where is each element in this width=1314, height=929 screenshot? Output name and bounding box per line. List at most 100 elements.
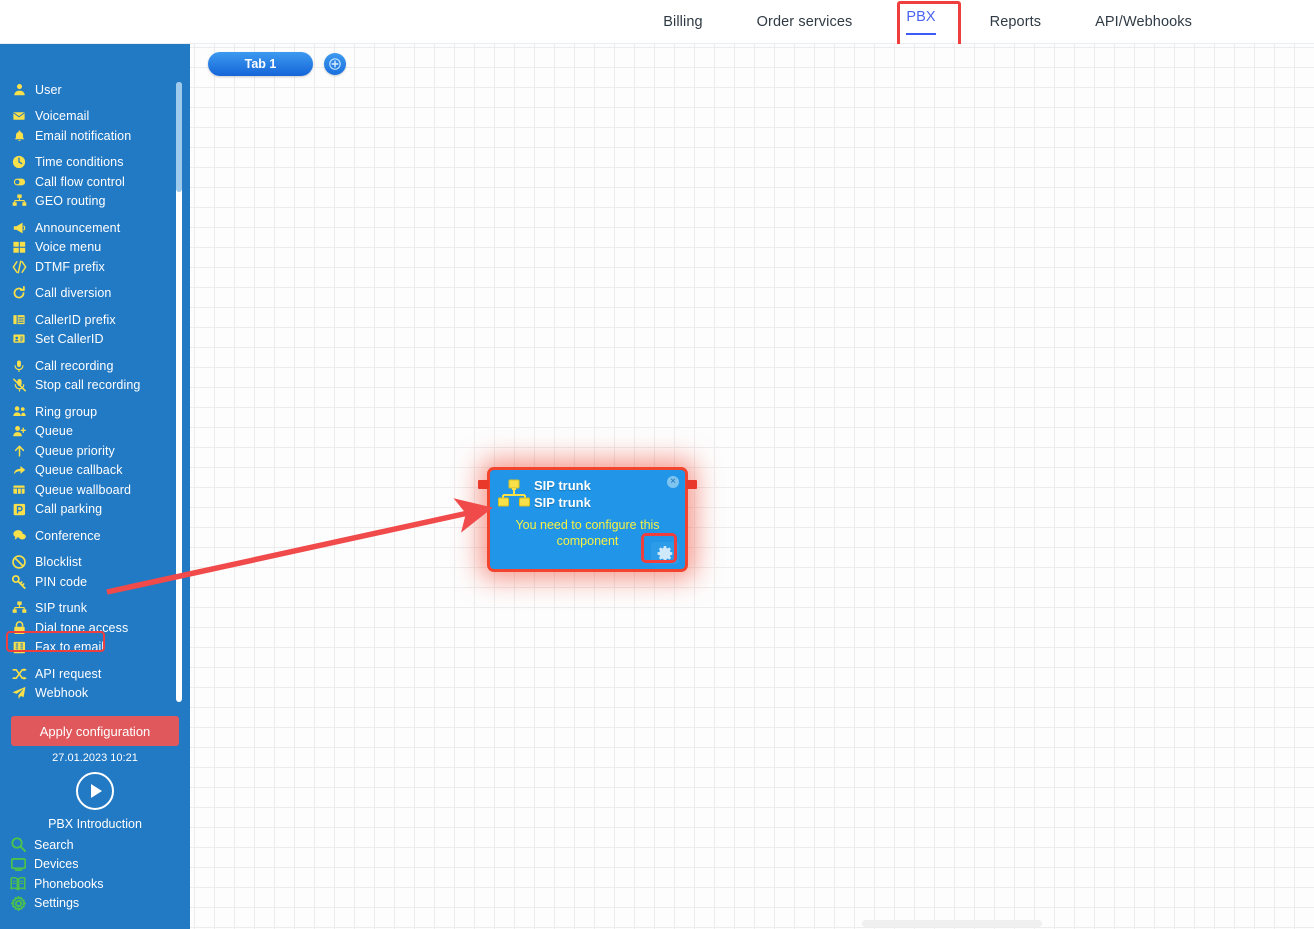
sidebar-item-queue-priority[interactable]: Queue priority [0, 441, 190, 461]
sidebar-item-time-conditions[interactable]: Time conditions [0, 153, 190, 173]
sidebar-item-label: Call flow control [35, 174, 125, 189]
apply-configuration-button[interactable]: Apply configuration [11, 716, 179, 746]
sidebar-footer: Apply configuration 27.01.2023 10:21 PBX… [0, 702, 190, 929]
sidebar-item-stop-call-recording[interactable]: Stop call recording [0, 376, 190, 396]
close-icon[interactable]: × [667, 476, 679, 488]
share-icon [10, 462, 28, 478]
sidebar-item-api-request[interactable]: API request [0, 664, 190, 684]
sidebar-item-user[interactable]: User [0, 80, 190, 100]
microphone-slash-icon [10, 377, 28, 393]
sip-trunk-node[interactable]: × SIP trunk SIP trunk You need to config… [478, 470, 697, 569]
sidebar-item-call-flow-control[interactable]: Call flow control [0, 172, 190, 192]
play-button[interactable] [76, 772, 114, 810]
sidebar-item-geo-routing[interactable]: GEO routing [0, 192, 190, 212]
shuffle-icon [10, 666, 28, 682]
sidebar-component-list: User Voicemail Email notification Time cond… [0, 44, 190, 702]
sidebar-item-ring-group[interactable]: Ring group [0, 402, 190, 422]
sidebar-item-conference[interactable]: Conference [0, 526, 190, 546]
idcard-icon [10, 331, 28, 347]
sidebar-group-divider [0, 592, 190, 599]
sidebar-item-label: Dial tone access [35, 620, 129, 635]
gear-icon [657, 545, 672, 561]
grid-icon [10, 239, 28, 255]
sidebar-item-label: Blocklist [35, 555, 82, 570]
code-icon [10, 259, 28, 275]
sidebar-item-dial-tone-access[interactable]: Dial tone access [0, 618, 190, 638]
sidebar-item-announcement[interactable]: Announcement [0, 218, 190, 238]
sidebar-item-label: Set CallerID [35, 332, 104, 347]
lock-icon [10, 620, 28, 636]
node-configure-button[interactable] [641, 533, 679, 564]
nav-item-pbx[interactable]: PBX [906, 8, 936, 35]
sidebar-item-fax-to-email[interactable]: Fax to email [0, 638, 190, 658]
fax-icon [10, 639, 28, 655]
sidebar-item-dtmf-prefix[interactable]: DTMF prefix [0, 257, 190, 277]
sidebar-item-label: SIP trunk [35, 601, 88, 616]
sitemap-icon [10, 193, 28, 209]
node-title-block: SIP trunk SIP trunk [534, 477, 591, 511]
bell-icon [10, 128, 28, 144]
sidebar-item-voice-menu[interactable]: Voice menu [0, 238, 190, 258]
gear-icon [8, 895, 28, 912]
sidebar-item-label: Queue priority [35, 443, 115, 458]
canvas-tab-row: Tab 1 [208, 52, 346, 76]
sidebar-group-divider [0, 277, 190, 284]
sidebar-item-callerid-prefix[interactable]: CallerID prefix [0, 310, 190, 330]
nav-label: PBX [906, 8, 936, 25]
sidebar-item-label: CallerID prefix [35, 312, 116, 327]
nav-item-billing[interactable]: Billing [663, 14, 702, 30]
nav-item-order-services[interactable]: Order services [757, 14, 853, 30]
canvas-horizontal-scrollbar[interactable] [862, 920, 1042, 927]
sidebar-item-call-parking[interactable]: Call parking [0, 500, 190, 520]
sidebar-item-webhook[interactable]: Webhook [0, 684, 190, 703]
sidebar-footer-item-label: Search [34, 837, 74, 852]
sidebar-item-sip-trunk[interactable]: SIP trunk [0, 599, 190, 619]
monitor-icon [8, 856, 28, 873]
tab-1[interactable]: Tab 1 [208, 52, 313, 76]
sidebar-item-pin-code[interactable]: PIN code [0, 572, 190, 592]
sidebar-item-call-recording[interactable]: Call recording [0, 356, 190, 376]
sidebar-group-divider [0, 349, 190, 356]
sidebar-item-label: Conference [35, 528, 101, 543]
plus-icon [329, 58, 341, 70]
list-icon [10, 312, 28, 328]
nav-item-api-webhooks[interactable]: API/Webhooks [1095, 14, 1192, 30]
sidebar-item-label: Call parking [35, 502, 103, 517]
sidebar-item-blocklist[interactable]: Blocklist [0, 553, 190, 573]
nav-label: Reports [989, 13, 1042, 30]
node-subtitle: SIP trunk [534, 495, 591, 510]
node-input-connector[interactable] [478, 480, 489, 489]
nav-item-reports[interactable]: Reports [990, 14, 1041, 30]
sidebar-footer-item-search[interactable]: Search [0, 835, 190, 855]
users-icon [10, 404, 28, 420]
sidebar-item-label: DTMF prefix [35, 259, 105, 274]
sidebar-item-set-callerid[interactable]: Set CallerID [0, 330, 190, 350]
sidebar-footer-item-settings[interactable]: Settings [0, 894, 190, 914]
sidebar-item-label: API request [35, 666, 102, 681]
sidebar-item-label: Ring group [35, 404, 98, 419]
sidebar-scrollbar-thumb[interactable] [176, 82, 182, 192]
parking-icon [10, 501, 28, 517]
play-icon [91, 784, 102, 798]
sidebar-item-queue-callback[interactable]: Queue callback [0, 461, 190, 481]
sidebar-item-label: PIN code [35, 574, 88, 589]
sidebar-group-divider [0, 303, 190, 310]
sidebar-footer-item-devices[interactable]: Devices [0, 855, 190, 875]
sidebar-item-queue[interactable]: Queue [0, 422, 190, 442]
sidebar-item-email-notification[interactable]: Email notification [0, 126, 190, 146]
node-output-connector[interactable] [686, 480, 697, 489]
sidebar-item-call-diversion[interactable]: Call diversion [0, 284, 190, 304]
arrow-up-icon [10, 443, 28, 459]
comments-icon [10, 528, 28, 544]
sidebar-item-voicemail[interactable]: Voicemail [0, 107, 190, 127]
sidebar-footer-item-phonebooks[interactable]: Phonebooks [0, 874, 190, 894]
sitemap-icon [10, 600, 28, 616]
nav-underline [906, 32, 936, 35]
flow-canvas[interactable]: Tab 1 × SIP trunk SIP trunk You need to … [190, 44, 1314, 929]
sidebar-item-label: Stop call recording [35, 378, 141, 393]
sidebar-item-label: Call recording [35, 358, 114, 373]
clock-icon [10, 154, 28, 170]
sidebar-footer-item-label: Devices [34, 857, 79, 872]
add-tab-button[interactable] [324, 53, 346, 75]
sidebar-item-queue-wallboard[interactable]: Queue wallboard [0, 480, 190, 500]
